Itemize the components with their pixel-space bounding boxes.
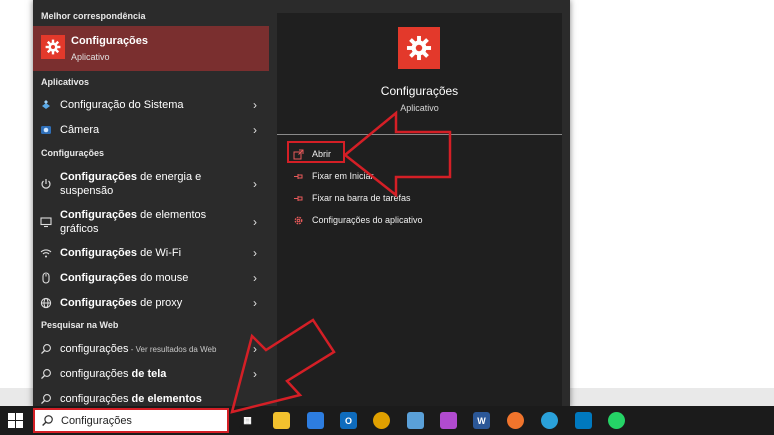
windows-start-icon[interactable]	[8, 413, 23, 428]
notepad-icon[interactable]	[407, 412, 424, 429]
pin-icon	[292, 192, 304, 204]
web-result-3[interactable]: configurações de elementos	[33, 391, 269, 407]
gear-icon	[41, 35, 65, 59]
search-icon	[41, 414, 55, 428]
best-match-item[interactable]: Configurações Aplicativo	[33, 26, 269, 71]
web-result-1[interactable]: configurações - Ver resultados da Web ›	[33, 341, 269, 357]
chevron-right-icon[interactable]: ›	[247, 123, 263, 137]
apps-heading: Aplicativos	[41, 77, 90, 87]
chevron-right-icon[interactable]: ›	[247, 177, 263, 191]
result-proxy-settings[interactable]: Configurações de proxy ›	[33, 295, 269, 311]
word-icon[interactable]: W	[473, 412, 490, 429]
result-wifi-settings[interactable]: Configurações de Wi-Fi ›	[33, 245, 269, 261]
system-config-icon	[39, 98, 53, 112]
search-results-panel: Melhor correspondência Configurações Apl…	[33, 0, 570, 408]
wifi-icon	[39, 246, 53, 260]
open-highlight-box	[287, 141, 345, 163]
search-icon	[39, 367, 53, 381]
chevron-right-icon[interactable]: ›	[247, 215, 263, 229]
camera-icon	[39, 123, 53, 137]
monitor-icon	[39, 215, 53, 229]
result-system-config[interactable]: Configuração do Sistema ›	[33, 97, 269, 113]
results-list: Melhor correspondência Configurações Apl…	[33, 0, 269, 408]
result-bold: Configurações	[60, 171, 138, 183]
detail-subtitle: Aplicativo	[400, 103, 439, 113]
telegram-icon[interactable]	[541, 412, 558, 429]
action-label: Configurações do aplicativo	[312, 215, 423, 225]
search-icon	[39, 392, 53, 406]
chrome-icon[interactable]	[373, 412, 390, 429]
result-line2: suspensão	[60, 185, 114, 197]
action-pin-taskbar[interactable]: Fixar na barra de tarefas	[292, 192, 411, 204]
web-heading: Pesquisar na Web	[41, 320, 119, 330]
power-icon	[39, 177, 53, 191]
detail-title: Configurações	[380, 84, 459, 98]
web-result-text: configurações	[60, 368, 132, 380]
microsoft-store-icon[interactable]	[307, 412, 324, 429]
action-label: Fixar em Iniciar	[312, 171, 374, 181]
chevron-right-icon[interactable]: ›	[247, 296, 263, 310]
whatsapp-icon[interactable]	[608, 412, 625, 429]
globe-icon	[39, 296, 53, 310]
gear-icon	[398, 27, 440, 69]
result-rest: de energia e	[137, 171, 202, 183]
chevron-right-icon[interactable]: ›	[247, 246, 263, 260]
web-result-text: configurações	[60, 342, 129, 355]
result-bold: Configurações	[60, 209, 138, 221]
taskbar: Configurações ▦ O W	[0, 406, 774, 435]
chevron-right-icon[interactable]: ›	[247, 342, 263, 356]
outlook-icon[interactable]: O	[340, 412, 357, 429]
web-result-bold: de elementos	[131, 393, 202, 405]
drop-app-icon[interactable]	[440, 412, 457, 429]
web-result-text: configurações	[60, 393, 132, 405]
web-result-2[interactable]: configurações de tela ›	[33, 366, 269, 382]
firefox-icon[interactable]	[507, 412, 524, 429]
best-match-title: Configurações	[71, 35, 149, 47]
result-bold: Configurações	[60, 272, 138, 284]
action-pin-start[interactable]: Fixar em Iniciar	[292, 170, 374, 182]
result-rest: do mouse	[137, 272, 189, 284]
file-explorer-icon[interactable]	[273, 412, 290, 429]
result-power-settings[interactable]: Configurações de energia e suspensão ›	[33, 169, 269, 199]
result-bold: Configurações	[60, 247, 138, 259]
mouse-icon	[39, 271, 53, 285]
result-rest: de elementos	[137, 209, 207, 221]
result-rest: de Wi-Fi	[137, 247, 182, 259]
taskbar-search-input[interactable]: Configurações	[61, 415, 132, 427]
result-rest: de proxy	[137, 297, 183, 309]
best-match-heading: Melhor correspondência	[41, 11, 146, 21]
result-graphics-settings[interactable]: Configurações de elementos gráficos ›	[33, 207, 269, 237]
chevron-right-icon[interactable]: ›	[247, 367, 263, 381]
result-line2: gráficos	[60, 223, 99, 235]
action-app-settings[interactable]: Configurações do aplicativo	[292, 214, 423, 226]
result-label: Configuração do Sistema	[60, 99, 184, 111]
web-result-bold: de tela	[131, 368, 167, 380]
chevron-right-icon[interactable]: ›	[247, 271, 263, 285]
trello-icon[interactable]	[575, 412, 592, 429]
gear-icon	[292, 214, 304, 226]
settings-heading: Configurações	[41, 148, 105, 158]
chevron-right-icon[interactable]: ›	[247, 98, 263, 112]
web-result-hint: - Ver resultados da Web	[128, 344, 217, 354]
result-bold: Configurações	[60, 297, 138, 309]
detail-divider	[277, 134, 562, 135]
result-camera[interactable]: Câmera ›	[33, 122, 269, 138]
result-label: Câmera	[60, 124, 100, 136]
action-label: Fixar na barra de tarefas	[312, 193, 411, 203]
result-detail-pane: Configurações Aplicativo Abrir Fixar em …	[277, 13, 562, 408]
taskbar-search-box[interactable]: Configurações	[33, 408, 229, 433]
task-view-icon[interactable]: ▦	[239, 412, 256, 429]
best-match-subtitle: Aplicativo	[71, 52, 110, 62]
result-mouse-settings[interactable]: Configurações do mouse ›	[33, 270, 269, 286]
pin-icon	[292, 170, 304, 182]
search-icon	[39, 342, 53, 356]
